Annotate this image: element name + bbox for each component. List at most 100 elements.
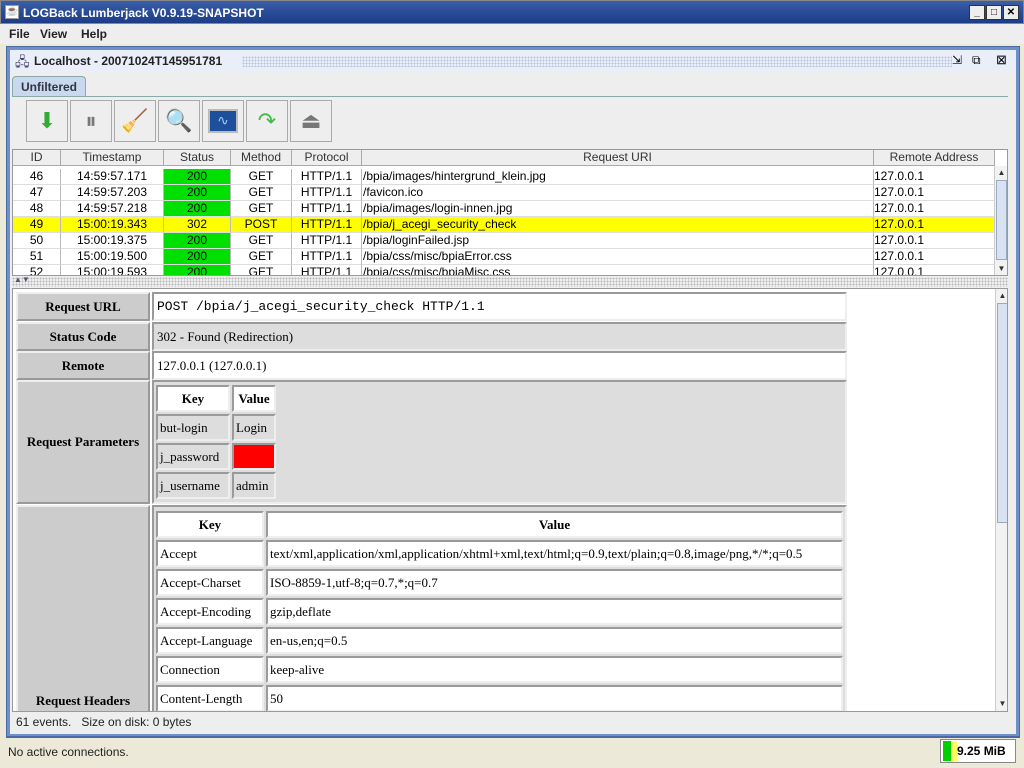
column-header-timestamp[interactable]: Timestamp: [61, 150, 164, 166]
scroll-down-arrow[interactable]: ▼: [996, 697, 1008, 710]
remote-label: Remote: [16, 351, 150, 380]
table-row[interactable]: 5015:00:19.375200GETHTTP/1.1/bpia/loginF…: [13, 233, 995, 249]
param-key: but-login: [156, 414, 230, 441]
cell-protocol: HTTP/1.1: [292, 217, 362, 233]
eject-button[interactable]: ⏏: [290, 100, 332, 142]
cell-method: GET: [231, 249, 292, 265]
header-key: Accept-Charset: [156, 569, 264, 596]
table-scrollbar[interactable]: ▲▼: [994, 166, 1008, 276]
cell-id: 51: [13, 249, 61, 265]
column-header-method[interactable]: Method: [231, 150, 292, 166]
minimize-button[interactable]: _: [969, 5, 985, 20]
table-row[interactable]: 4814:59:57.218200GETHTTP/1.1/bpia/images…: [13, 201, 995, 217]
cell-status: 200: [164, 185, 231, 201]
table-row[interactable]: 4915:00:19.343302POSTHTTP/1.1/bpia/j_ace…: [13, 217, 995, 233]
cell-protocol: HTTP/1.1: [292, 169, 362, 185]
internal-frame-titlebar[interactable]: 🖧 Localhost - 20071024T145951781 ⇲ ⧉ ⊠: [10, 50, 1016, 72]
column-header-protocol[interactable]: Protocol: [292, 150, 362, 166]
monitor-icon: ∿: [208, 109, 238, 133]
redo-button[interactable]: ↷: [246, 100, 288, 142]
cell-remote-address: 127.0.0.1: [874, 249, 995, 265]
cell-request-uri: /bpia/css/misc/bpiaMisc.css: [362, 265, 874, 276]
params-value-header: Value: [232, 385, 276, 412]
cell-timestamp: 14:59:57.171: [61, 169, 164, 185]
split-pane-divider[interactable]: ▲▼: [12, 277, 1008, 287]
close-button[interactable]: ✕: [1003, 5, 1019, 20]
table-row[interactable]: 4614:59:57.171200GETHTTP/1.1/bpia/images…: [13, 169, 995, 185]
menu-view[interactable]: View: [40, 27, 67, 41]
param-value: admin: [232, 472, 276, 499]
frame-bottom-border: [6, 736, 1020, 737]
cell-protocol: HTTP/1.1: [292, 201, 362, 217]
clear-button[interactable]: 🧹: [114, 100, 156, 142]
header-value: gzip,deflate: [266, 598, 843, 625]
header-value: text/xml,application/xml,application/xht…: [266, 540, 843, 567]
request-parameters-label: Request Parameters: [16, 380, 150, 504]
table-row[interactable]: 5115:00:19.500200GETHTTP/1.1/bpia/css/mi…: [13, 249, 995, 265]
scroll-up-arrow[interactable]: ▲: [996, 289, 1008, 302]
header-key: Accept-Language: [156, 627, 264, 654]
maximize-button[interactable]: □: [986, 5, 1002, 20]
column-header-status[interactable]: Status: [164, 150, 231, 166]
requests-table[interactable]: IDTimestampStatusMethodProtocolRequest U…: [12, 149, 1008, 276]
scroll-thumb[interactable]: [996, 180, 1007, 260]
menu-help[interactable]: Help: [81, 27, 107, 41]
memory-indicator[interactable]: 9.25 MiB: [940, 739, 1016, 763]
cell-id: 49: [13, 217, 61, 233]
headers-key-header: Key: [156, 511, 264, 538]
memory-value: 9.25 MiB: [957, 744, 1006, 758]
frame-close-icon[interactable]: ⊠: [996, 52, 1007, 68]
cell-method: POST: [231, 217, 292, 233]
scroll-down-arrow[interactable]: ▼: [995, 262, 1008, 275]
download-icon: ⬇: [38, 108, 56, 134]
status-code-label: Status Code: [16, 322, 150, 351]
menu-file[interactable]: File: [9, 27, 30, 41]
table-row[interactable]: 5215:00:19.593200GETHTTP/1.1/bpia/css/mi…: [13, 265, 995, 276]
restore-icon[interactable]: ⧉: [972, 53, 981, 68]
column-header-request-uri[interactable]: Request URI: [362, 150, 874, 166]
header-key: Accept-Encoding: [156, 598, 264, 625]
column-header-id[interactable]: ID: [13, 150, 61, 166]
cell-id: 46: [13, 169, 61, 185]
cell-request-uri: /favicon.ico: [362, 185, 874, 201]
redo-arrow-icon: ↷: [258, 108, 276, 134]
find-button[interactable]: 🔍: [158, 100, 200, 142]
cell-status: 200: [164, 233, 231, 249]
request-headers-label: Request Headers: [16, 505, 150, 712]
window-title: LOGBack Lumberjack V0.9.19-SNAPSHOT: [23, 6, 264, 20]
cell-status: 200: [164, 169, 231, 185]
scroll-thumb[interactable]: [997, 303, 1008, 523]
eject-icon: ⏏: [301, 108, 322, 134]
param-value: Login: [232, 414, 276, 441]
cell-method: GET: [231, 201, 292, 217]
cell-remote-address: 127.0.0.1: [874, 201, 995, 217]
clear-broom-icon: 🧹: [121, 108, 148, 134]
cell-remote-address: 127.0.0.1: [874, 233, 995, 249]
cell-timestamp: 14:59:57.218: [61, 201, 164, 217]
header-key: Accept: [156, 540, 264, 567]
remote-value: 127.0.0.1 (127.0.0.1): [152, 351, 847, 380]
cell-remote-address: 127.0.0.1: [874, 185, 995, 201]
menubar: File View Help: [0, 24, 1024, 44]
cell-request-uri: /bpia/j_acegi_security_check: [362, 217, 874, 233]
tab-unfiltered[interactable]: Unfiltered: [12, 76, 86, 96]
cell-protocol: HTTP/1.1: [292, 233, 362, 249]
tab-divider: [12, 96, 1008, 97]
cell-remote-address: 127.0.0.1: [874, 169, 995, 185]
detail-scrollbar[interactable]: ▲ ▼: [995, 289, 1008, 711]
status-code-value: 302 - Found (Redirection): [152, 322, 847, 351]
cell-request-uri: /bpia/images/hintergrund_klein.jpg: [362, 169, 874, 185]
column-header-remote-address[interactable]: Remote Address: [874, 150, 995, 166]
cell-timestamp: 15:00:19.375: [61, 233, 164, 249]
memory-used-bar: [943, 741, 951, 761]
download-button[interactable]: ⬇: [26, 100, 68, 142]
header-value: 50: [266, 685, 843, 712]
cell-status: 200: [164, 249, 231, 265]
monitor-button[interactable]: ∿: [202, 100, 244, 142]
scroll-up-arrow[interactable]: ▲: [995, 166, 1008, 179]
table-row[interactable]: 4714:59:57.203200GETHTTP/1.1/favicon.ico…: [13, 185, 995, 201]
cell-timestamp: 15:00:19.500: [61, 249, 164, 265]
pause-button[interactable]: ⏸: [70, 100, 112, 142]
iconify-icon[interactable]: ⇲: [952, 53, 962, 67]
cell-method: GET: [231, 169, 292, 185]
